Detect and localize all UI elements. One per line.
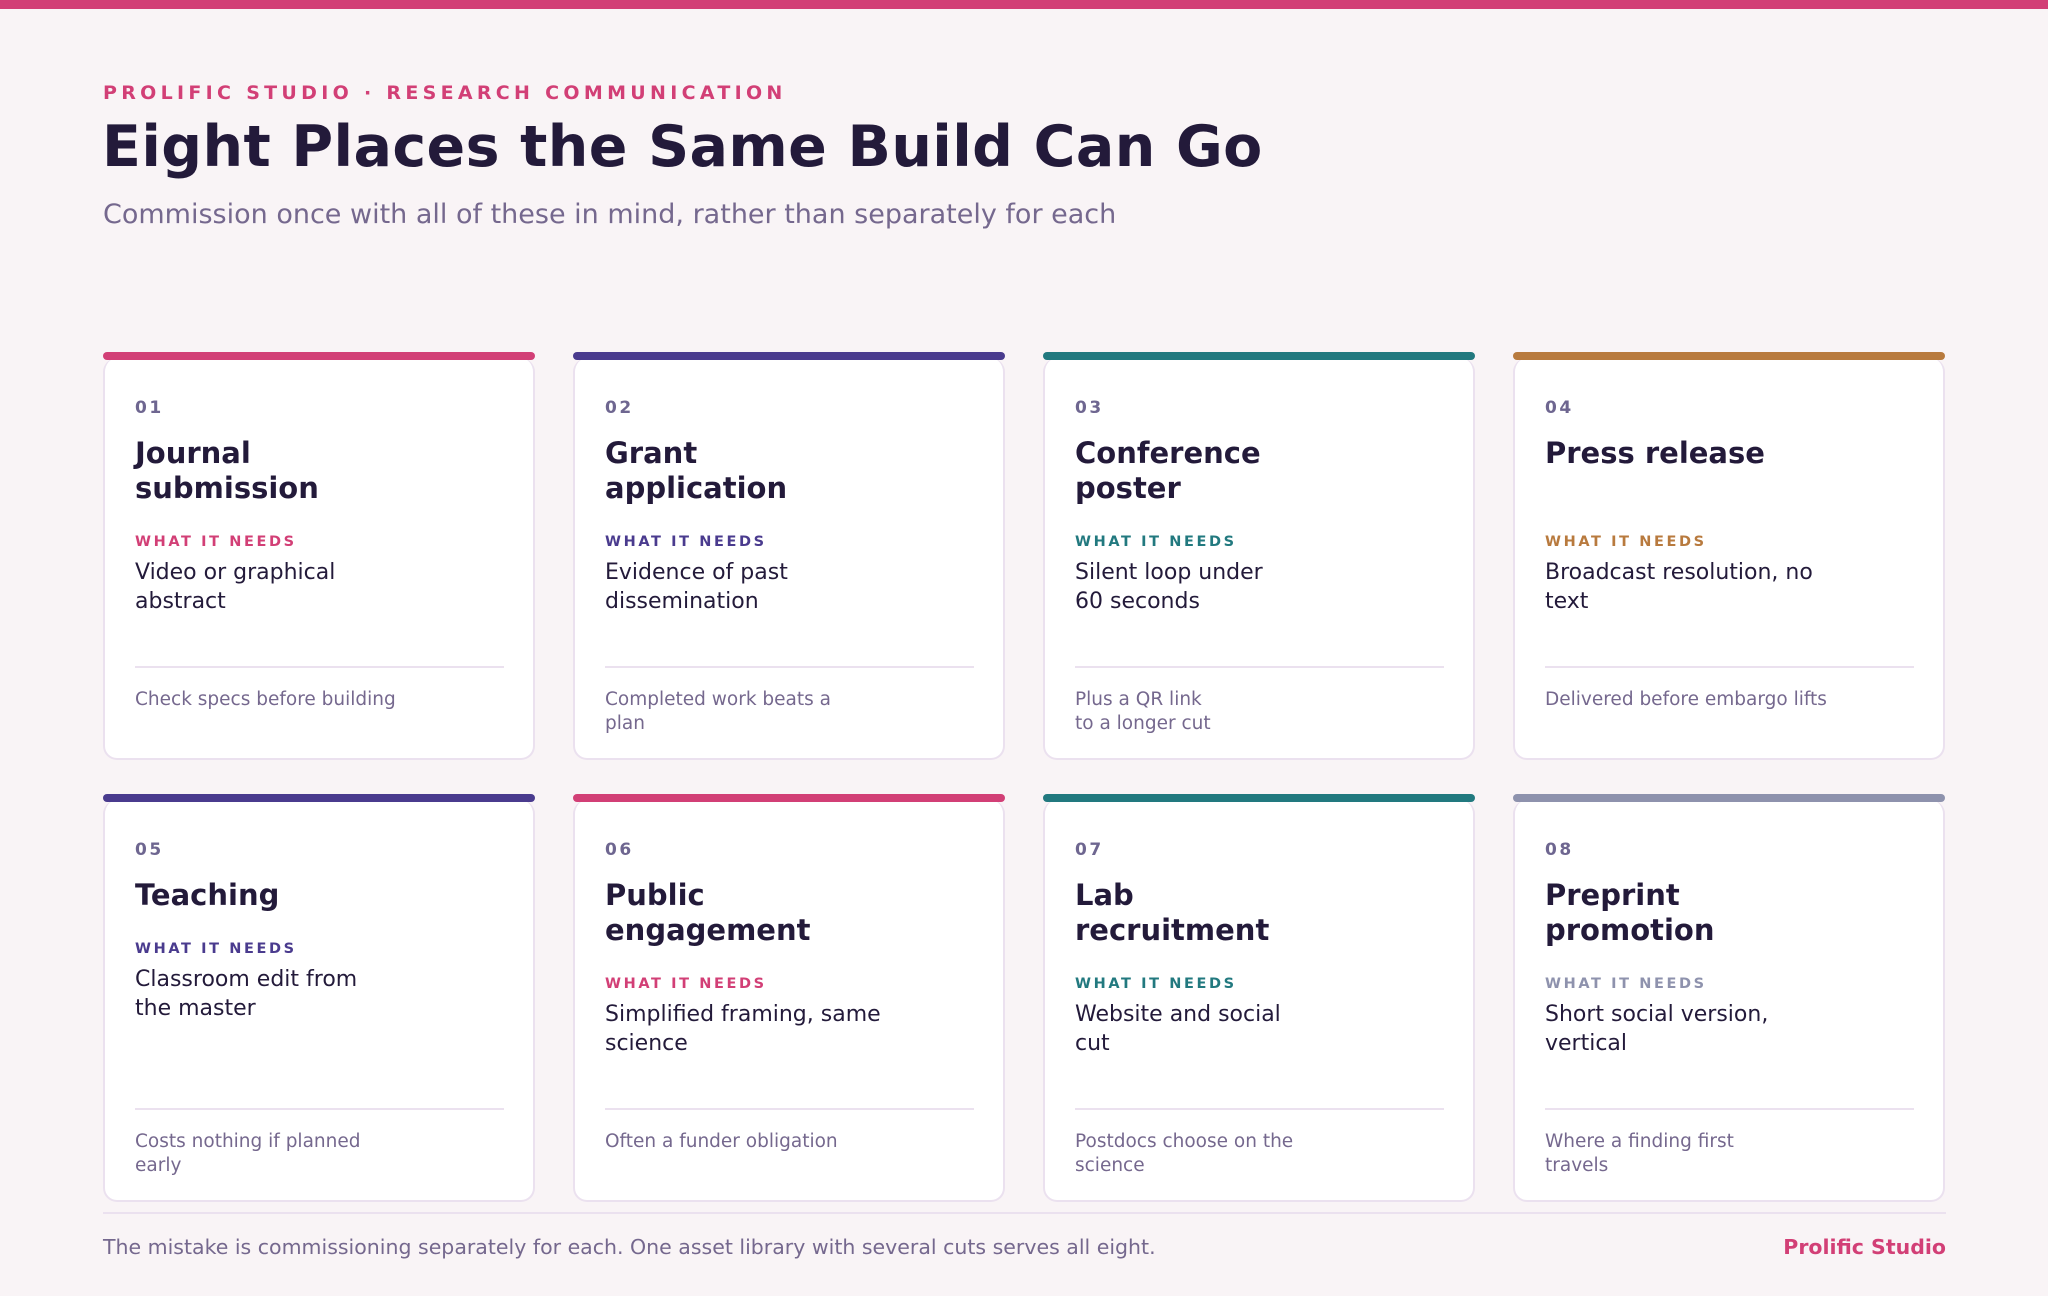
card-number: 02: [605, 398, 634, 418]
card-number: 05: [135, 840, 164, 860]
card-title: Journal submission: [135, 436, 319, 505]
page-subtitle: Commission once with all of these in min…: [103, 199, 1117, 230]
needs-text: Silent loop under 60 seconds: [1075, 560, 1263, 614]
card-accent-bar: [1043, 352, 1475, 360]
footer-text: The mistake is commissioning separately …: [103, 1235, 1156, 1259]
card-divider: [135, 666, 504, 668]
card-note: Postdocs choose on the science: [1075, 1131, 1294, 1176]
card-number: 04: [1545, 398, 1574, 418]
card-divider: [1545, 1108, 1914, 1110]
needs-label: WHAT IT NEEDS: [605, 534, 767, 550]
card-number: 01: [135, 398, 164, 418]
page-title: Eight Places the Same Build Can Go: [102, 114, 1263, 180]
card-title: Preprint promotion: [1545, 878, 1715, 947]
card-accent-bar: [1513, 352, 1945, 360]
card-number: 03: [1075, 398, 1104, 418]
card-accent-bar: [573, 352, 1005, 360]
card-accent-bar: [103, 352, 535, 360]
card-accent-bar: [573, 794, 1005, 802]
card-note: Often a funder obligation: [605, 1131, 838, 1152]
needs-label: WHAT IT NEEDS: [1075, 534, 1237, 550]
card-title: Lab recruitment: [1075, 878, 1270, 947]
needs-text: Video or graphical abstract: [135, 560, 336, 614]
card-note: Costs nothing if planned early: [135, 1131, 361, 1176]
card-accent-bar: [1043, 794, 1475, 802]
card-note: Completed work beats a plan: [605, 689, 832, 734]
eyebrow-label: PROLIFIC STUDIO · RESEARCH COMMUNICATION: [103, 82, 787, 104]
card-title: Teaching: [135, 878, 280, 912]
card-divider: [1545, 666, 1914, 668]
card-title: Conference poster: [1075, 436, 1261, 505]
needs-label: WHAT IT NEEDS: [1545, 534, 1707, 550]
top-accent-bar: [0, 0, 2048, 9]
needs-label: WHAT IT NEEDS: [135, 534, 297, 550]
destination-card: 07 Lab recruitment WHAT IT NEEDS Website an…: [1043, 794, 1475, 1202]
destination-card: 04 Press release WHAT IT NEEDS Broadcast re…: [1513, 352, 1945, 760]
card-divider: [1075, 1108, 1444, 1110]
card-divider: [605, 666, 974, 668]
card-accent-bar: [103, 794, 535, 802]
destination-card: 08 Preprint promotion WHAT IT NEEDS Short s…: [1513, 794, 1945, 1202]
card-number: 07: [1075, 840, 1104, 860]
card-number: 08: [1545, 840, 1574, 860]
card-title: Press release: [1545, 436, 1765, 470]
needs-text: Short social version, vertical: [1545, 1002, 1769, 1056]
needs-label: WHAT IT NEEDS: [1075, 976, 1237, 992]
destination-card: 05 Teaching WHAT IT NEEDS Classroom edit fr…: [103, 794, 535, 1202]
needs-text: Classroom edit from the master: [135, 967, 358, 1021]
destination-card: 03 Conference poster WHAT IT NEEDS Silent l…: [1043, 352, 1475, 760]
needs-label: WHAT IT NEEDS: [135, 941, 297, 957]
needs-label: WHAT IT NEEDS: [1545, 976, 1707, 992]
card-divider: [135, 1108, 504, 1110]
card-note: Where a finding first travels: [1545, 1131, 1734, 1176]
needs-text: Broadcast resolution, no text: [1545, 560, 1813, 614]
destination-card: 06 Public engagement WHAT IT NEEDS Simplifi…: [573, 794, 1005, 1202]
card-note: Plus a QR link to a longer cut: [1075, 689, 1211, 734]
footer-brand: Prolific Studio: [1783, 1235, 1946, 1259]
needs-text: Evidence of past dissemination: [605, 560, 788, 614]
card-note: Delivered before embargo lifts: [1545, 689, 1827, 710]
needs-text: Website and social cut: [1075, 1002, 1281, 1056]
needs-label: WHAT IT NEEDS: [605, 976, 767, 992]
destination-card: 02 Grant application WHAT IT NEEDS Evidence…: [573, 352, 1005, 760]
destination-card: 01 Journal submission WHAT IT NEEDS Video o…: [103, 352, 535, 760]
card-accent-bar: [1513, 794, 1945, 802]
footer-divider: [103, 1212, 1946, 1214]
card-number: 06: [605, 840, 634, 860]
card-note: Check specs before building: [135, 689, 396, 710]
card-title: Public engagement: [605, 878, 811, 947]
card-divider: [605, 1108, 974, 1110]
card-title: Grant application: [605, 436, 788, 505]
needs-text: Simplified framing, same science: [605, 1002, 881, 1056]
card-divider: [1075, 666, 1444, 668]
